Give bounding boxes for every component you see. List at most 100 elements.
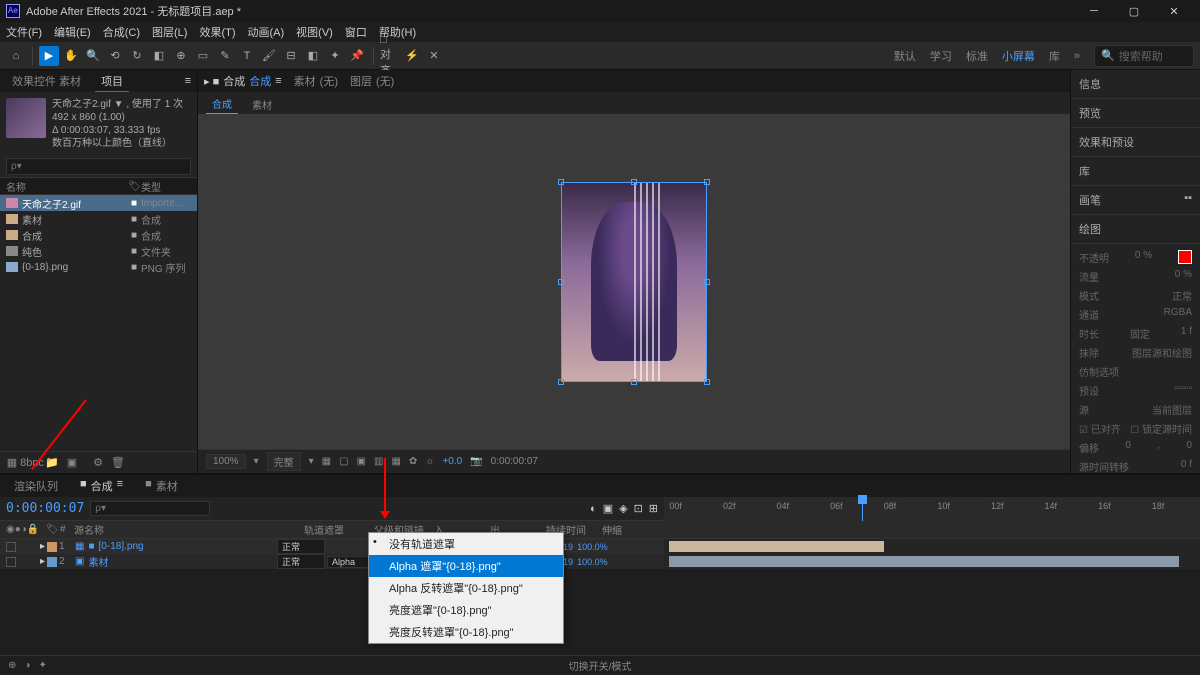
tab-project[interactable]: 项目	[95, 71, 129, 92]
shape-tool-icon[interactable]: ▭	[193, 46, 213, 66]
settings-icon[interactable]: ⚙	[90, 455, 106, 471]
menu-window[interactable]: 窗口	[345, 24, 367, 40]
exposure-value[interactable]: +0.0	[442, 456, 462, 467]
workspace-more-icon[interactable]: »	[1074, 50, 1080, 62]
new-folder-icon[interactable]: 📁	[44, 455, 60, 471]
col-visibility-icon[interactable]: ◉●◑🔒	[6, 524, 46, 535]
hand-tool-icon[interactable]: ✋	[61, 46, 81, 66]
mesh-icon[interactable]: ✕	[424, 46, 444, 66]
preset-swatches[interactable]: ▫▫▫▫▫	[1174, 383, 1192, 398]
panel-library[interactable]: 库	[1071, 157, 1200, 186]
tl-icon-2[interactable]: ▣	[603, 502, 613, 515]
tl-icon-5[interactable]: ⊞	[649, 502, 658, 515]
panel-preview[interactable]: 预览	[1071, 99, 1200, 128]
comp-preview-image[interactable]	[561, 182, 707, 382]
sb-icon-3[interactable]: ✦	[38, 660, 46, 671]
zoom-tool-icon[interactable]: 🔍	[83, 46, 103, 66]
tab-layer-viewer[interactable]: 图层 (无)	[350, 73, 394, 89]
menu-effect[interactable]: 效果(T)	[199, 24, 235, 40]
project-item[interactable]: 天命之子2.gif■Importe...	[0, 195, 197, 211]
tab-comp-viewer[interactable]: ▸ ■ 合成 合成 ≡	[204, 73, 282, 89]
rotate-tool-icon[interactable]: ↻	[127, 46, 147, 66]
tab-effects-controls[interactable]: 效果控件 素材	[6, 71, 87, 91]
panel-draw[interactable]: 绘图	[1071, 215, 1200, 244]
col-type[interactable]: 类型	[141, 179, 191, 194]
layer-name[interactable]: ▦■ [0-18].png	[75, 541, 275, 552]
workspace-lib[interactable]: 库	[1049, 48, 1060, 64]
expand-icon[interactable]: ▸	[40, 541, 45, 552]
col-label-icon[interactable]: 🏷	[46, 524, 60, 535]
interpret-icon[interactable]: ▦	[4, 455, 20, 471]
tab-render-queue[interactable]: 渲染队列	[8, 476, 64, 496]
col-stretch[interactable]: 伸缩	[602, 522, 642, 537]
timeline-search[interactable]	[90, 501, 210, 516]
panel-menu-icon[interactable]: ≡	[185, 75, 191, 87]
col-tag-icon[interactable]: 🏷	[128, 181, 141, 192]
text-tool-icon[interactable]: T	[237, 46, 257, 66]
matte-option-luma-inv[interactable]: 亮度反转遮罩"{0-18}.png"	[369, 621, 563, 643]
menu-view[interactable]: 视图(V)	[296, 24, 333, 40]
matte-option-alpha[interactable]: Alpha 遮罩"{0-18}.png"	[369, 555, 563, 577]
visibility-toggle[interactable]	[6, 542, 16, 552]
guide-icon[interactable]: ▣	[357, 456, 366, 467]
snap-opts-icon[interactable]: ⚡	[402, 46, 422, 66]
exposure-icon[interactable]: ☼	[425, 456, 434, 467]
trash-icon[interactable]: 🗑	[110, 455, 126, 471]
label-color[interactable]	[47, 542, 57, 552]
matte-option-alpha-inv[interactable]: Alpha 反转遮罩"{0-18}.png"	[369, 577, 563, 599]
menu-comp[interactable]: 合成(C)	[103, 24, 140, 40]
tab-timeline-comp[interactable]: ■ 合成 ≡	[74, 476, 129, 496]
sb-icon-1[interactable]: ⊕	[8, 660, 16, 671]
layer-bar[interactable]	[669, 541, 883, 552]
pen-tool-icon[interactable]: ✎	[215, 46, 235, 66]
home-icon[interactable]: ⌂	[6, 46, 26, 66]
workspace-small[interactable]: 小屏幕	[1002, 48, 1035, 64]
grid-icon[interactable]: ▦	[322, 456, 331, 467]
visibility-toggle[interactable]	[6, 557, 16, 567]
res-chevron-icon[interactable]: ▾	[309, 456, 314, 467]
label-color[interactable]	[47, 557, 57, 567]
selection-tool-icon[interactable]: ▶	[39, 46, 59, 66]
minimize-button[interactable]: ─	[1074, 0, 1114, 22]
panel-info[interactable]: 信息	[1071, 70, 1200, 99]
workspace-learn[interactable]: 学习	[930, 48, 952, 64]
resolution-select[interactable]: 完整	[267, 452, 301, 471]
workspace-standard[interactable]: 标准	[966, 48, 988, 64]
zoom-chevron-icon[interactable]: ▾	[254, 456, 259, 467]
menu-layer[interactable]: 图层(L)	[152, 24, 187, 40]
layer-row[interactable]: ▸ 1 ▦■ [0-18].png 正常 ⊚ 无 0:00:00:00 0:00…	[0, 539, 1200, 554]
help-search[interactable]: 🔍 搜索帮助	[1094, 45, 1194, 67]
tab-timeline-source[interactable]: ■ 素材	[139, 476, 184, 496]
close-button[interactable]: ✕	[1154, 0, 1194, 22]
menu-edit[interactable]: 编辑(E)	[54, 24, 91, 40]
comp-viewer[interactable]	[198, 114, 1070, 449]
project-item[interactable]: 合成■合成	[0, 227, 197, 243]
menu-anim[interactable]: 动画(A)	[248, 24, 285, 40]
layer-bar[interactable]	[669, 556, 1178, 567]
col-source-name[interactable]: 源名称	[74, 522, 274, 537]
maximize-button[interactable]: ▢	[1114, 0, 1154, 22]
switches-label[interactable]: 切换开关/模式	[569, 658, 632, 673]
zoom-select[interactable]: 100%	[206, 454, 246, 469]
col-name[interactable]: 名称	[6, 179, 128, 194]
matte-option-luma[interactable]: 亮度遮罩"{0-18}.png"	[369, 599, 563, 621]
sb-icon-2[interactable]: ◑	[24, 660, 30, 671]
panel-brush[interactable]: 画笔▪▪	[1071, 186, 1200, 215]
subtab-source[interactable]: 素材	[246, 95, 278, 114]
tab-source-viewer[interactable]: 素材 (无)	[294, 73, 338, 89]
layer-row[interactable]: ▸ 2 ▣ 素材 正常 Alpha ⊚ 无 0:00:00:00 0:00:00…	[0, 554, 1200, 569]
viewer-time[interactable]: 0:00:00:07	[491, 456, 538, 467]
foreground-color[interactable]	[1178, 250, 1192, 264]
stamp-tool-icon[interactable]: ⊟	[281, 46, 301, 66]
channel-icon[interactable]: ▥	[374, 456, 383, 467]
snap-icon[interactable]: □ 对齐	[380, 46, 400, 66]
panel-effects[interactable]: 效果和预设	[1071, 128, 1200, 157]
snapshot-icon[interactable]: 📷	[470, 456, 482, 467]
eraser-tool-icon[interactable]: ◧	[303, 46, 323, 66]
anchor-tool-icon[interactable]: ⊕	[171, 46, 191, 66]
blend-mode-select[interactable]: 正常	[277, 554, 325, 569]
tl-icon-1[interactable]: ◐	[590, 503, 597, 515]
roto-tool-icon[interactable]: ✦	[325, 46, 345, 66]
project-item[interactable]: {0-18}.png■PNG 序列	[0, 259, 197, 275]
timeline-ruler[interactable]: 00f 02f 04f 06f 08f 10f 12f 14f 16f 18f	[664, 497, 1200, 521]
